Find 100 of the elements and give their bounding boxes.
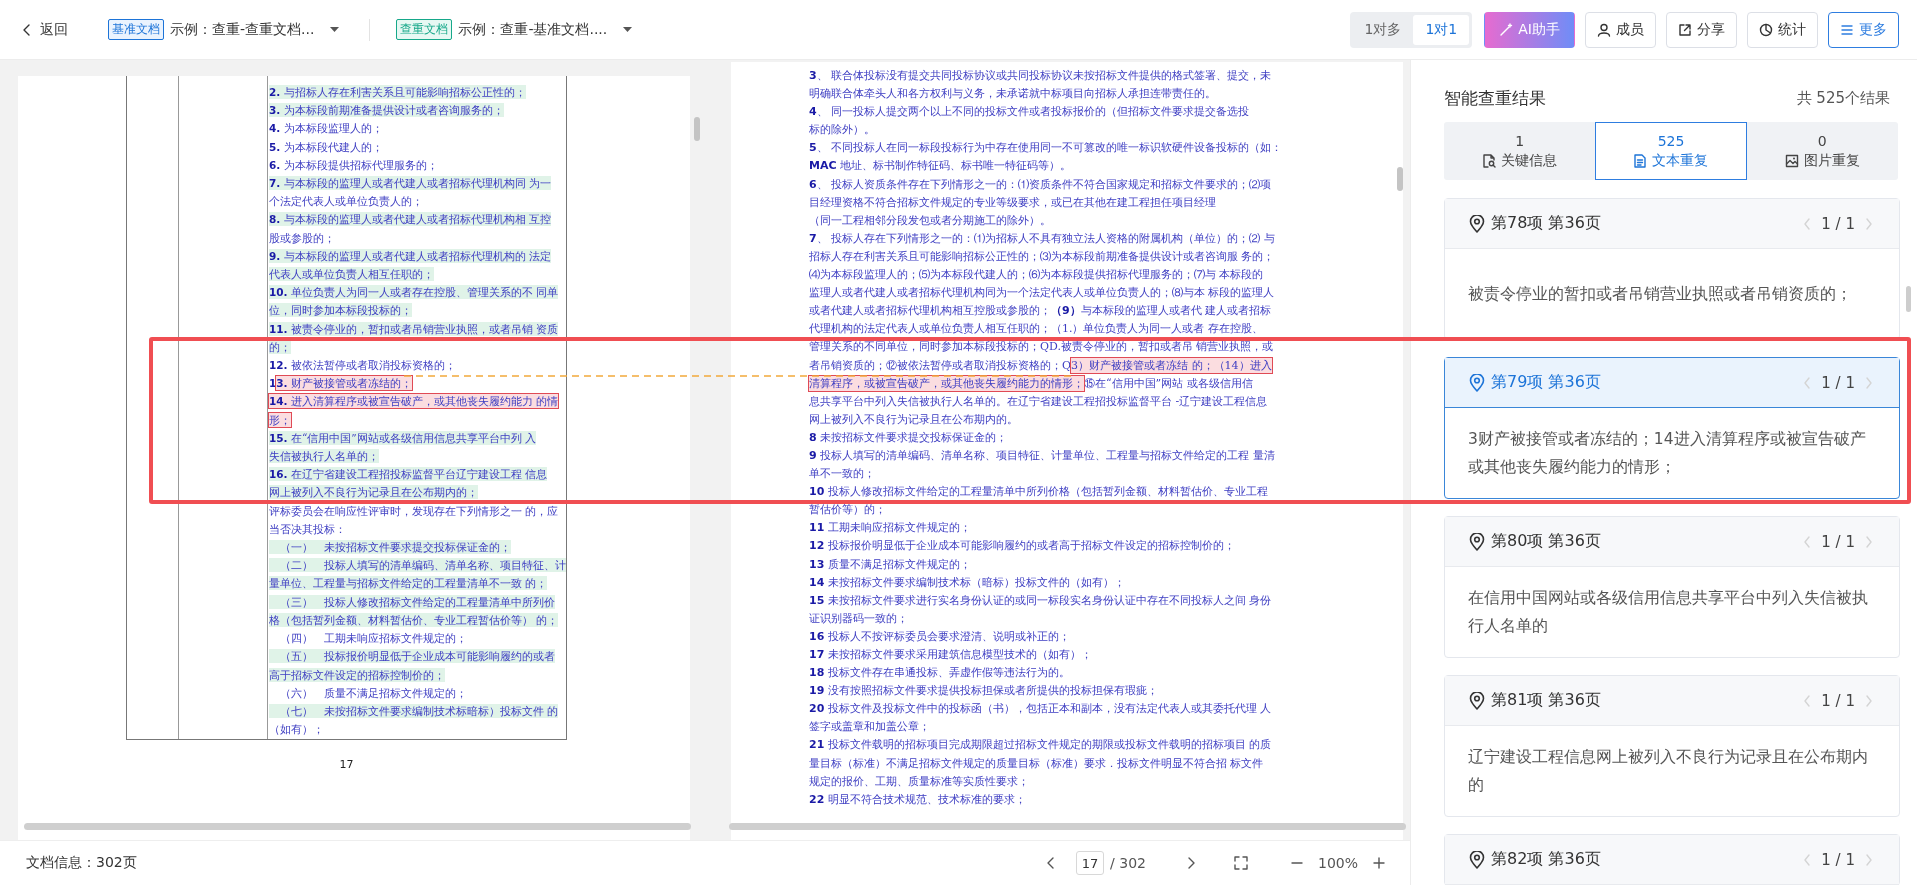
card-text: 在信用中国网站或各级信用信息共享平台中列入失信被执行人名单的 <box>1467 588 1869 637</box>
document-text: 证识别器码一致的； <box>809 610 908 626</box>
document-tag: 查重文档 <box>396 19 453 40</box>
toolbar-button[interactable]: 成员 <box>1585 11 1656 48</box>
chevron-right-icon <box>1865 217 1873 230</box>
document-text: 评标委员会在响应性评审时，发现存在下列情形之一 的，应 <box>269 503 559 518</box>
highlighted-text: 2. 与招标人存在利害关系且可能影响招标公正性的； <box>269 85 526 99</box>
highlighted-text: 3）财产被接管或者冻结 的；（14）进入 <box>1071 357 1272 373</box>
document-text: 目经理资格不符合招标文件规定的专业等级要求，或已在其他在建工程担任项目经理 <box>809 194 1216 210</box>
card-title: 第79项 第36页 <box>1491 372 1601 393</box>
document-text: 19 没有按照招标文件要求提供投标担保或者所提供的投标担保有瑕疵； <box>809 683 1158 699</box>
fullscreen-icon[interactable] <box>1233 856 1248 870</box>
document-text: 量目标（标准）不满足招标文件规定的质量目标（标准）要求．投标文件明显不符合招 标文件 <box>809 755 1264 771</box>
chevron-right-icon <box>1865 694 1873 707</box>
horizontal-scrollbar[interactable] <box>729 823 1406 830</box>
chevron-left-icon <box>1803 694 1812 707</box>
highlighted-text: 9. 与本标段的监理人或者代建人或者招标代理机构的 法定 <box>269 248 551 263</box>
document-text: 21 投标文件载明的招标项目完成期限超过招标文件规定的期限或投标文件载明的招标项目 的质 <box>809 737 1272 753</box>
toolbar-button[interactable]: 更多 <box>1828 11 1899 48</box>
back-button[interactable]: 返回 <box>18 20 72 39</box>
document-text: 个法定代表人或单位负责人的； <box>269 194 423 209</box>
view-mode-option[interactable]: 1对多 <box>1352 14 1414 45</box>
document-text: 网上被列入不良行为记录且在公布期内的。 <box>809 411 1018 427</box>
highlighted-text: （一） 未按招标文件要求提交投标保证金的； <box>269 540 511 555</box>
document-select[interactable]: 查重文档 示例：查重-基准文档.... <box>396 19 633 40</box>
highlighted-text: （七） 未按招标文件要求编制技术标暗标）投标文件 的 <box>269 703 559 718</box>
highlighted-text: （三） 投标人修改招标文件给定的工程量清单中所列价 <box>269 594 555 609</box>
chevron-left-icon <box>1803 217 1812 230</box>
document-select[interactable]: 基准文档 示例：查重-查重文档... <box>108 19 340 40</box>
view-mode-option[interactable]: 1对1 <box>1413 14 1470 45</box>
highlighted-text: 3. 为本标段前期准备提供设计或者咨询服务的； <box>269 103 504 118</box>
document-text: ⑷为本标段监理人的；⑸为本标段代建人的；⑹为本标段提供招标代理服务的；⑺与 本标段的 <box>809 267 1264 283</box>
document-text: 当否决其投标： <box>269 521 346 536</box>
highlighted-text: 14. 进入清算程序或被宣告破产，或其他丧失履约能力 的情 <box>269 394 559 409</box>
document-text: 4. 为本标段监理人的； <box>269 121 383 136</box>
highlighted-text: 失信被执行人名单的； <box>269 449 379 464</box>
document-text: （如有）； <box>269 722 324 737</box>
result-card[interactable]: 第82项 第36页 1 / 1 <box>1444 834 1900 885</box>
highlighted-text: 格（包括暂列金额、材料暂估价、专业工程暂估价等） 的； <box>269 612 559 627</box>
result-card[interactable]: 第81项 第36页 1 / 1 辽宁建设工程信息网上被列入不良行为记录且在公布期内的 <box>1444 675 1900 817</box>
result-card[interactable]: 第79项 第36页 1 / 1 3财产被接管或者冻结的；14进入清算程序或被宣告破产或其他丧失履约能力的情形； <box>1444 357 1900 499</box>
chevron-right-icon <box>1865 376 1873 389</box>
chevron-right-icon <box>1865 853 1873 866</box>
result-tab[interactable]: 525 文本重复 <box>1595 122 1747 180</box>
document-text: 14 未按招标文件要求编制技术标（暗标）投标文件的（如有）； <box>809 574 1125 590</box>
document-text: 监理人或者代建人或者招标代理机构同为一个法定代表人或单位负责人的；⑻与本 标段的监理人 <box>809 285 1275 301</box>
document-text: 6. 为本标段提供招标代理服务的； <box>269 157 438 172</box>
document-text: 8 未按招标文件要求提交投标保证金的； <box>809 429 1008 445</box>
scrollbar-thumb[interactable] <box>694 117 700 141</box>
result-count: 共 525个结果 <box>1796 89 1890 108</box>
document-text: 5. 为本标段代建人的； <box>269 139 383 154</box>
toolbar-button[interactable]: 统计 <box>1747 11 1818 48</box>
page-total: / 302 <box>1110 855 1146 871</box>
scrollbar-thumb[interactable] <box>1397 167 1403 191</box>
horizontal-scrollbar[interactable] <box>24 823 691 830</box>
document-tag: 基准文档 <box>108 19 164 40</box>
document-text: 5、 不同投标人在同一标段投标行为中存在使用同一不可篡改的唯一标识软硬件设备投标的（如： <box>809 140 1283 156</box>
document-text: 单不一致的； <box>809 466 875 482</box>
highlighted-text: 7. 与本标段的监理人或者代建人或者招标代理机构同 为一 <box>269 176 551 190</box>
document-info: 文档信息：302页 <box>26 854 137 872</box>
document-text: （四） 工期未响应招标文件规定的； <box>279 631 467 646</box>
document-text: 12 投标报价明显低于企业成本可能影响履约的或者高于招标文件设定的招标控制价的； <box>809 538 1235 554</box>
highlighted-text: 高于招标文件设定的招标控制价的； <box>269 667 445 682</box>
document-text: （六） 质量不满足招标文件规定的； <box>279 685 467 700</box>
location-pin-icon <box>1469 214 1485 233</box>
highlighted-text: 量单位、工程量与招标文件给定的工程量清单不一致 的； <box>269 576 548 591</box>
caret-down-icon <box>623 26 633 33</box>
result-card[interactable]: 第78项 第36页 1 / 1 被责令停业的暂扣或者吊销营业执照或者吊销资质的； <box>1444 198 1900 340</box>
scrollbar-thumb[interactable] <box>1906 286 1911 312</box>
highlighted-text: 16. 在辽宁省建设工程招投标监督平台辽宁建设工程 信息 <box>269 467 548 482</box>
document-text: 16 投标人不按评标委员会要求澄清、说明或补正的； <box>809 628 1070 644</box>
toolbar-button[interactable]: 分享 <box>1666 11 1737 48</box>
chevron-left-icon <box>1803 853 1812 866</box>
card-text: 3财产被接管或者冻结的；14进入清算程序或被宣告破产或其他丧失履约能力的情形； <box>1467 429 1867 478</box>
card-text: 被责令停业的暂扣或者吊销营业执照或者吊销资质的； <box>1467 284 1853 305</box>
result-tab[interactable]: 0 图片重复 <box>1746 122 1898 180</box>
document-text: 15 未按招标文件要求进行实名身份认证的或同一标段实名身份认证中存在不同投标人之间 身份 <box>809 592 1272 608</box>
document-text: 10 投标人修改招标文件给定的工程量清单中所列价格（包括暂列金额、材料暂估价、专业工程 <box>809 484 1268 500</box>
location-pin-icon <box>1469 532 1485 551</box>
page-input[interactable]: 17 <box>1076 851 1105 875</box>
document-text: 1 <box>269 376 277 391</box>
highlighted-text: （二） 投标人填写的清单编码、清单名称、项目特征、计 <box>269 558 566 573</box>
document-text: 13 质量不满足招标文件规定的； <box>809 556 971 572</box>
result-card[interactable]: 第80项 第36页 1 / 1 在信用中国网站或各级信用信息共享平台中列入失信被执行人名单的 <box>1444 516 1900 658</box>
menu-icon <box>1840 22 1854 37</box>
zoom-in-icon[interactable] <box>1372 856 1386 870</box>
highlighted-text: 15. 在“信用中国”网站或各级信用信息共享平台中列 入 <box>269 430 537 445</box>
zoom-level: 100% <box>1317 855 1358 871</box>
card-title: 第80项 第36页 <box>1491 531 1601 552</box>
document-text: 6、 投标人资质条件存在下列情形之一的：⑴资质条件不符合国家规定和招标文件要求的；⑵项 <box>809 176 1272 192</box>
match-counter: 1 / 1 <box>1821 214 1855 233</box>
result-tab[interactable]: 1 关键信息 <box>1444 122 1596 180</box>
document-text: 暂估价等）的； <box>809 502 886 518</box>
match-counter: 1 / 1 <box>1821 532 1855 551</box>
document-text: MAC 地址、标书制作特征码、标书唯一特征码等）。 <box>809 158 1072 174</box>
chevron-left-icon <box>1803 535 1812 548</box>
match-counter: 1 / 1 <box>1821 691 1855 710</box>
document-text: 息共享平台中列入失信被执行人名单的。在辽宁省建设工程招投标监督平台 -辽宁建设工程信息 <box>809 393 1268 409</box>
highlighted-text: 形； <box>269 412 291 427</box>
document-text: 招标人存在利害关系且可能影响招标公正性的；⑶为本标段前期准备提供设计或者咨询服 务的； <box>809 248 1275 264</box>
